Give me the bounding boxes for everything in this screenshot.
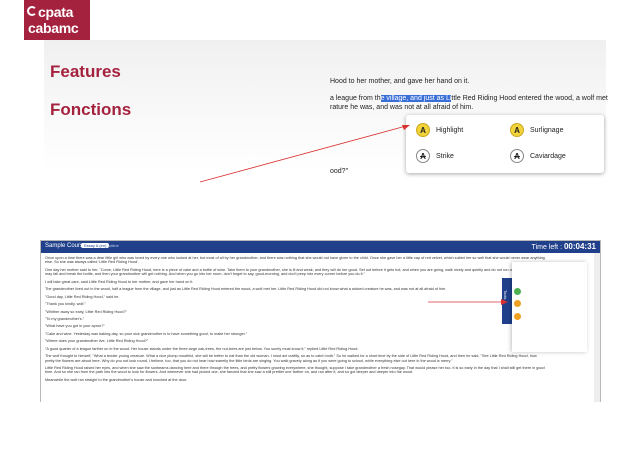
orange-dot-icon[interactable] <box>514 313 521 320</box>
red-arrow-bottom <box>428 299 508 305</box>
surlignage-button[interactable]: A Surlignage <box>510 123 563 137</box>
logo-c-icon <box>27 6 37 16</box>
story-paragraph: "A good quarter of a league farther on i… <box>45 346 359 351</box>
story-paragraph: Little Red Riding Hood raised her eyes, … <box>45 366 545 375</box>
highlight-label: Highlight <box>436 126 464 134</box>
highlight-button[interactable]: A Highlight <box>416 123 463 137</box>
annotation-popup: A Highlight A Surlignage A Strike A Cavi… <box>406 115 604 173</box>
story-paragraph: I will take great care, said Little Red … <box>45 279 194 284</box>
zoom-line-2: a league from the village, and just as L… <box>330 95 608 102</box>
zoom-line-2-post: ttle Red Riding Hood entered the wood, a… <box>451 95 608 102</box>
tools-panel <box>512 262 587 352</box>
story-paragraph: Once upon a time there was a dear little… <box>45 256 545 265</box>
story-paragraph: "Whither away so early, Little Red Ridin… <box>45 309 127 314</box>
timer: Time left : 00:04:31 <box>531 242 596 251</box>
heading-features: Features <box>50 62 121 81</box>
strike-icon: A <box>416 149 430 163</box>
zoom-line-1: Hood to her mother, and gave her hand on… <box>330 78 470 85</box>
red-arrow-top <box>199 125 410 183</box>
story-paragraph: "What have you got in your apron?" <box>45 324 105 329</box>
highlight-icon: A <box>416 123 430 137</box>
story-paragraph: Meanwhile the wolf ran straight to the g… <box>45 377 188 382</box>
strike-label: Strike <box>436 152 454 160</box>
orange-dot-icon[interactable] <box>514 300 521 307</box>
story-paragraph: "Cake and wine. Yesterday was baking-day… <box>45 331 248 336</box>
zoom-line-2-pre: a league from th <box>330 95 381 102</box>
cpata-logo: cpata cabamc <box>24 0 90 40</box>
surlignage-label: Surlignage <box>530 126 564 134</box>
scrollbar[interactable] <box>594 253 600 403</box>
strike-button[interactable]: A Strike <box>416 149 454 163</box>
page-bottom <box>0 402 619 466</box>
timer-value: 00:04:31 <box>563 242 596 251</box>
heading-fonctions: Fonctions <box>50 100 132 119</box>
slide: cpata cabamc Features Fonctions Hood to … <box>0 0 619 466</box>
green-dot-icon[interactable] <box>514 288 521 295</box>
story-paragraph: One day her mother said to her, "Come, L… <box>45 267 542 277</box>
surlignage-icon: A <box>510 123 524 137</box>
logo-line1: cpata <box>38 4 74 20</box>
zoom-selected-text[interactable]: e village, and just as Li <box>380 95 452 102</box>
story-paragraph: The grandmother lived out in the wood, h… <box>45 287 447 292</box>
caviardage-button[interactable]: A Caviardage <box>510 149 566 163</box>
tab-outline[interactable]: Outline <box>103 243 122 248</box>
story-paragraph: The wolf thought to himself, "What a ten… <box>45 354 537 363</box>
timer-label: Time left <box>531 244 559 251</box>
caviardage-icon: A <box>510 149 524 163</box>
story-paragraph: "Where does your grandmother live, Littl… <box>45 339 149 344</box>
zoom-line-3: rature he was, and was not at all afraid… <box>330 104 474 111</box>
caviardage-label: Caviardage <box>530 152 566 160</box>
story-text[interactable]: Once upon a time there was a dear little… <box>45 256 545 398</box>
story-paragraph: "To my grandmother's." <box>45 316 85 321</box>
logo-line2: cabamc <box>28 20 79 36</box>
reader-title-bar: Sample Course Essay A (en) Outline Time … <box>41 241 600 253</box>
